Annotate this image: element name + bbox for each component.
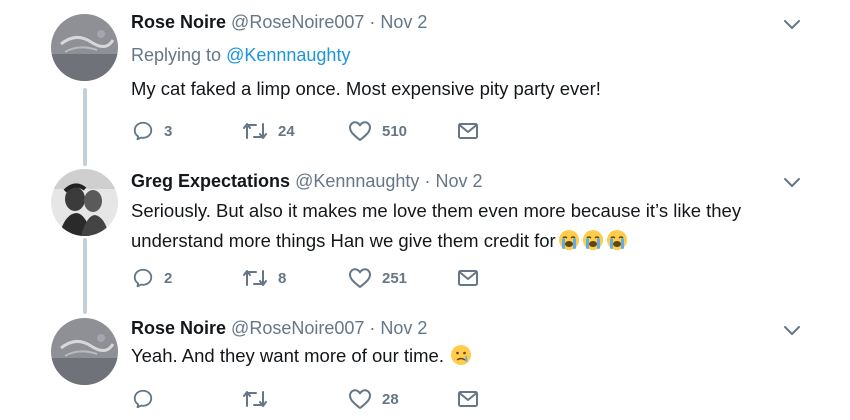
reply-icon — [133, 268, 153, 288]
retweet-button[interactable] — [242, 387, 268, 411]
retweet-count: 8 — [278, 269, 287, 287]
display-name[interactable]: Greg Expectations — [131, 171, 290, 191]
tweet-date[interactable]: Nov 2 — [380, 318, 427, 338]
replying-prefix: Replying to — [131, 45, 222, 65]
loudly-crying-face-icon — [582, 230, 603, 250]
envelope-icon — [458, 123, 478, 139]
tweet-text-fragment: understand more things Han we give them … — [131, 230, 556, 251]
loudly-crying-face-icon — [558, 230, 579, 250]
like-button[interactable]: 510 — [348, 119, 407, 143]
display-name[interactable]: Rose Noire — [131, 12, 226, 32]
reply-icon — [133, 389, 153, 409]
tweet-text-line: Seriously. But also it makes me love the… — [131, 200, 742, 221]
avatar[interactable] — [51, 14, 118, 81]
heart-icon — [349, 121, 371, 141]
tweet-text-line: understand more things Han we give them … — [131, 226, 781, 256]
user-handle[interactable]: @RoseNoire007 — [231, 12, 364, 32]
heart-icon — [349, 268, 371, 288]
separator: · — [424, 171, 431, 191]
reply-button[interactable]: 3 — [132, 119, 172, 143]
tweet[interactable]: Greg Expectations @Kennnaughty · Nov 2 S… — [0, 160, 850, 310]
tweet-date[interactable]: Nov 2 — [435, 171, 482, 191]
tweet-text: My cat faked a limp once. Most expensive… — [131, 78, 601, 99]
like-button[interactable]: 251 — [348, 266, 407, 290]
tweet-text-fragment: Yeah. And they want more of our time. — [131, 345, 444, 366]
reply-count: 2 — [164, 269, 173, 287]
chevron-down-icon[interactable] — [782, 172, 802, 192]
reply-button[interactable]: 2 — [132, 266, 172, 290]
separator: · — [369, 318, 376, 338]
retweet-icon — [243, 123, 267, 139]
avatar[interactable] — [51, 318, 118, 385]
reply-count: 3 — [164, 122, 173, 140]
replying-mention[interactable]: @Kennnaughty — [226, 45, 350, 65]
user-handle[interactable]: @RoseNoire007 — [231, 318, 364, 338]
retweet-count: 24 — [278, 122, 295, 140]
tweet[interactable]: Rose Noire @RoseNoire007 · Nov 2 Yeah. A… — [0, 310, 850, 420]
retweet-icon — [243, 391, 267, 407]
tweet-date[interactable]: Nov 2 — [380, 12, 427, 32]
user-handle[interactable]: @Kennnaughty — [295, 171, 419, 191]
dm-button[interactable] — [456, 266, 480, 290]
like-count: 28 — [382, 390, 399, 408]
envelope-icon — [458, 391, 478, 407]
tweet-text: Seriously. But also it makes me love the… — [131, 196, 781, 256]
replying-to: Replying to @Kennnaughty — [131, 45, 350, 66]
chevron-down-icon[interactable] — [782, 320, 802, 340]
dm-button[interactable] — [456, 119, 480, 143]
reply-button[interactable] — [132, 387, 154, 411]
envelope-icon — [458, 270, 478, 286]
tweet-text: Yeah. And they want more of our time. — [131, 341, 781, 371]
reply-icon — [133, 121, 153, 141]
display-name[interactable]: Rose Noire — [131, 318, 226, 338]
chevron-down-icon[interactable] — [782, 14, 802, 34]
avatar[interactable] — [51, 169, 118, 236]
loudly-crying-face-icon — [606, 230, 627, 250]
retweet-button[interactable]: 24 — [242, 119, 295, 143]
retweet-button[interactable]: 8 — [242, 266, 286, 290]
sad-relieved-face-icon — [450, 345, 471, 365]
separator: · — [369, 12, 376, 32]
like-count: 510 — [382, 122, 408, 140]
tweet[interactable]: Rose Noire @RoseNoire007 · Nov 2 Replyin… — [0, 0, 850, 160]
like-count: 251 — [382, 269, 408, 287]
retweet-icon — [243, 270, 267, 286]
like-button[interactable]: 28 — [348, 387, 399, 411]
dm-button[interactable] — [456, 387, 480, 411]
heart-icon — [349, 389, 371, 409]
